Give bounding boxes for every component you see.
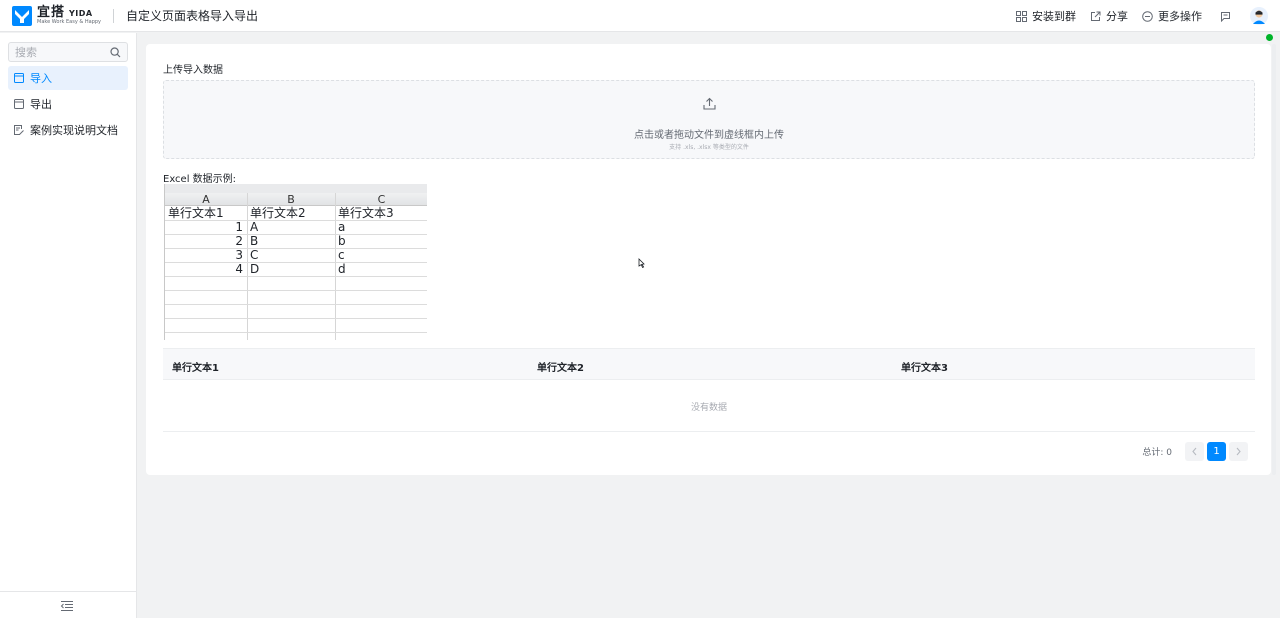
search-icon[interactable]	[110, 47, 121, 58]
share-icon	[1091, 11, 1101, 21]
sidebar: 导入 导出 案例实现说明文档	[0, 33, 137, 618]
chevron-left-icon	[1192, 447, 1197, 456]
table-bottom-border	[163, 431, 1255, 432]
top-header: 宜搭 YIDA Make Work Easy & Happy 自定义页面表格导入…	[0, 0, 1280, 32]
sidebar-search	[8, 42, 128, 62]
table-empty-text: 没有数据	[690, 403, 727, 413]
sidebar-item-label: 案例实现说明文档	[30, 124, 118, 137]
excel-cell: 3	[235, 248, 243, 262]
excel-col-letter: A	[202, 193, 210, 206]
upload-main-text: 点击或者拖动文件到虚线框内上传	[634, 130, 784, 141]
sidebar-item-label: 导出	[30, 98, 52, 111]
sidebar-item-export[interactable]: 导出	[8, 92, 128, 116]
excel-cell: b	[338, 234, 346, 248]
page-number-button[interactable]: 1	[1207, 442, 1226, 461]
excel-cell: B	[250, 234, 259, 248]
sidebar-item-import[interactable]: 导入	[8, 66, 128, 90]
more-actions-button[interactable]: 更多操作	[1142, 8, 1202, 24]
feedback-icon	[1221, 11, 1230, 22]
collapse-sidebar-icon[interactable]	[60, 600, 74, 612]
sidebar-search-input[interactable]	[15, 45, 107, 59]
pagination: 总计: 0 1	[1142, 442, 1248, 461]
more-circle-icon	[1142, 10, 1153, 22]
table-column-header[interactable]: 单行文本3	[901, 359, 948, 374]
header-divider	[113, 8, 115, 23]
excel-cell: a	[338, 220, 346, 234]
logo-cn-text: 宜搭	[37, 5, 66, 20]
excel-grid-line	[165, 290, 427, 291]
online-status-dot	[1266, 34, 1273, 41]
excel-cell: 1	[235, 220, 243, 234]
excel-header-cell: 单行文本1	[168, 206, 224, 220]
sidebar-nav: 导入 导出 案例实现说明文档	[8, 66, 128, 144]
excel-cell: C	[250, 248, 259, 262]
next-page-button[interactable]	[1229, 442, 1248, 461]
share-button[interactable]: 分享	[1090, 8, 1128, 24]
page-icon	[14, 73, 24, 83]
pagination-total: 总计: 0	[1142, 448, 1172, 458]
excel-cell: 2	[235, 234, 243, 248]
app-title: 自定义页面表格导入导出	[126, 9, 259, 23]
install-to-group-button[interactable]: 安装到群	[1016, 8, 1076, 24]
upload-hint-text: 支持 .xls, .xlsx 等类型的文件	[669, 144, 749, 151]
excel-toolbar-strip	[165, 184, 427, 193]
user-avatar[interactable]	[1250, 7, 1268, 25]
excel-col-letter: C	[377, 193, 386, 206]
share-label: 分享	[1106, 10, 1128, 23]
excel-header-cell: 单行文本3	[338, 206, 394, 220]
grid-icon	[1016, 10, 1027, 22]
document-edit-icon	[14, 125, 24, 135]
upload-icon	[703, 97, 716, 110]
excel-sample-label: Excel 数据示例:	[163, 174, 237, 185]
sidebar-footer-divider	[0, 591, 137, 592]
excel-cell: c	[338, 248, 345, 262]
excel-grid-line	[165, 304, 427, 305]
excel-col-letter: B	[287, 193, 295, 206]
upload-section-label: 上传导入数据	[163, 65, 223, 76]
excel-cell: D	[250, 262, 260, 276]
main-scrollbar[interactable]	[1272, 44, 1276, 475]
excel-grid-line	[165, 318, 427, 319]
logo-tagline: Make Work Easy & Happy	[37, 19, 102, 25]
excel-cell: A	[250, 220, 259, 234]
excel-cell: d	[338, 262, 346, 276]
page-icon	[14, 99, 24, 109]
mouse-cursor-icon	[638, 258, 645, 268]
more-actions-label: 更多操作	[1158, 10, 1202, 23]
excel-header-cell: 单行文本2	[250, 206, 306, 220]
table-header: 单行文本1 单行文本2 单行文本3	[163, 348, 1255, 380]
sidebar-item-label: 导入	[30, 72, 52, 85]
yida-logo-icon	[12, 5, 32, 26]
table-column-header[interactable]: 单行文本2	[537, 359, 584, 374]
excel-cell: 4	[235, 262, 243, 276]
yida-logo[interactable]: 宜搭 YIDA Make Work Easy & Happy	[12, 5, 102, 26]
table-column-header[interactable]: 单行文本1	[172, 359, 219, 374]
excel-sample-image: A B C 单行文本1 单行文本2 单行文本3 1 A a 2 B b 3 C …	[164, 184, 427, 340]
chevron-right-icon	[1236, 447, 1241, 456]
header-actions: 安装到群 分享 更多操作	[1002, 0, 1268, 32]
prev-page-button[interactable]	[1185, 442, 1204, 461]
upload-dropzone[interactable]: 点击或者拖动文件到虚线框内上传 支持 .xls, .xlsx 等类型的文件	[163, 80, 1255, 159]
excel-grid-line	[165, 276, 427, 277]
excel-grid-line	[165, 332, 427, 333]
feedback-button[interactable]	[1220, 11, 1236, 22]
logo-en-text: YIDA	[69, 9, 93, 18]
install-to-group-label: 安装到群	[1032, 10, 1076, 23]
sidebar-item-docs[interactable]: 案例实现说明文档	[8, 118, 128, 142]
